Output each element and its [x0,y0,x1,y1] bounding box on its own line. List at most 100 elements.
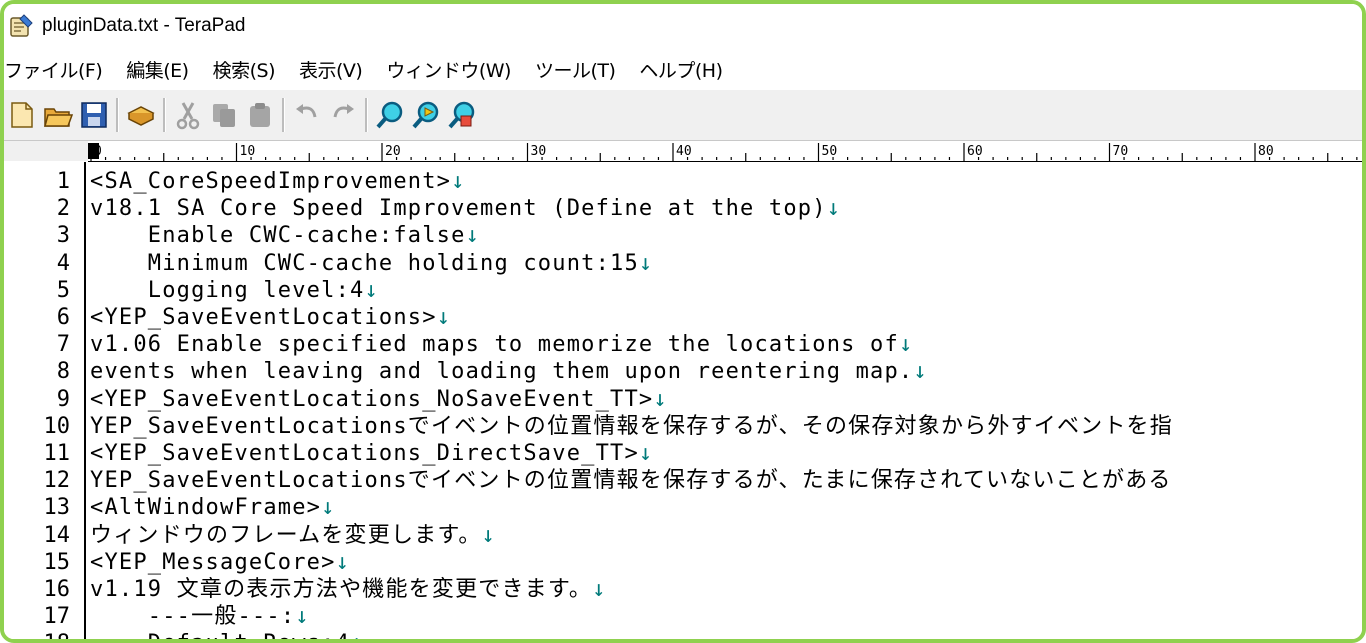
line-content: Enable CWC-cache:false [90,223,466,249]
line-number: 13 [43,495,71,521]
editor-line-text[interactable]: Default Rows:4↓ [90,630,364,639]
terapad-window: pluginData.txt - TeraPad ファイル(F) 編集(E) 検… [0,0,1366,643]
find-next-button[interactable] [408,95,444,135]
menu-view[interactable]: 表示(V) [287,56,374,83]
line-content: v1.19 文章の表示方法や機能を変更できます。 [90,577,593,602]
line-end-arrow-icon: ↓ [898,332,914,358]
menu-tools[interactable]: ツール(T) [523,56,627,83]
toolbar [4,90,1362,141]
ruler-label: 30 [531,144,547,159]
cut-button[interactable] [170,95,206,135]
paste-icon [250,103,270,127]
editor-line-text[interactable]: <YEP_MessageCore>↓ [90,549,350,576]
toolbar-separator [116,98,119,132]
editor-line-text[interactable]: <AltWindowFrame>↓ [90,494,336,521]
ruler-label: 0 [94,144,102,159]
print-icon [127,106,155,126]
menu-window[interactable]: ウィンドウ(W) [374,56,523,83]
line-content: YEP_SaveEventLocationsでイベントの位置情報を保存するが、そ… [90,413,1173,439]
menu-help[interactable]: ヘルプ(H) [627,56,734,83]
line-end-arrow-icon: ↓ [653,386,668,412]
editor-line-text[interactable]: <YEP_SaveEventLocations_NoSaveEvent_TT>↓ [90,386,668,413]
line-number: 17 [43,604,71,630]
ruler-label: 50 [822,144,838,159]
line-content: Minimum CWC-cache holding count:15 [90,250,639,276]
copy-button[interactable] [206,95,242,135]
line-content: <SA_CoreSpeedImprovement> [90,169,452,194]
line-number: 6 [56,305,70,330]
editor-line-text[interactable]: <YEP_SaveEventLocations_DirectSave_TT>↓ [90,440,653,467]
editor-line-text[interactable]: ---一般---:↓ [90,603,310,630]
line-content: ---一般---: [90,604,296,630]
new-file-button[interactable] [4,95,40,135]
ruler-label: 40 [676,144,692,159]
line-end-arrow-icon: ↓ [826,196,842,222]
title-bar: pluginData.txt - TeraPad [4,4,1362,48]
line-end-arrow-icon: ↓ [451,169,466,194]
line-end-arrow-icon: ↓ [638,250,654,276]
editor-line-text[interactable]: <SA_CoreSpeedImprovement>↓ [90,168,466,195]
line-number: 9 [56,386,70,412]
paste-button[interactable] [242,95,278,135]
new-file-icon [11,102,33,128]
editor-line-text[interactable]: YEP_SaveEventLocationsでイベントの位置情報を保存するが、そ… [90,413,1173,440]
line-number: 1 [56,169,70,194]
find-replace-icon [448,101,475,129]
text-editor[interactable]: 1 <SA_CoreSpeedImprovement>↓ 2 v18.1 SA Cor… [4,162,1362,639]
open-folder-icon [44,108,73,127]
menu-search[interactable]: 検索(S) [201,56,287,83]
toolbar-separator [282,98,285,132]
line-content: events when leaving and loading them upo… [90,359,914,385]
line-number: 14 [43,522,71,548]
find-replace-button[interactable] [444,95,480,135]
gutter-divider [84,162,86,639]
menu-file[interactable]: ファイル(F) [4,56,114,83]
line-number: 18 [4,630,71,639]
line-end-arrow-icon: ↓ [364,277,379,303]
editor-line-text[interactable]: Logging level:4↓ [90,277,379,304]
editor-line-text[interactable]: ウィンドウのフレームを変更します。↓ [90,522,496,549]
redo-icon [333,104,354,118]
editor-line-text[interactable]: v1.06 Enable specified maps to memorize … [90,331,913,358]
terapad-app-icon[interactable] [8,13,34,39]
editor-line-text[interactable]: <YEP_SaveEventLocations>↓ [90,304,451,331]
line-number: 4 [56,250,70,276]
editor-line-text[interactable]: v1.19 文章の表示方法や機能を変更できます。↓ [90,576,607,603]
line-content: <AltWindowFrame> [90,495,322,521]
save-button[interactable] [76,95,112,135]
menu-bar: ファイル(F) 編集(E) 検索(S) 表示(V) ウィンドウ(W) ツール(T… [4,48,1362,91]
line-content: Default Rows:4 [90,631,350,639]
redo-button[interactable] [325,95,361,135]
line-content: v1.06 Enable specified maps to memorize … [90,332,899,358]
editor-line-text[interactable]: Enable CWC-cache:false↓ [90,222,480,249]
line-end-arrow-icon: ↓ [295,604,310,630]
line-end-arrow-icon: ↓ [465,223,481,249]
line-number: 10 [43,413,71,439]
open-file-button[interactable] [40,95,76,135]
line-content: Logging level:4 [90,277,365,303]
copy-icon [213,104,235,127]
line-end-arrow-icon: ↓ [321,495,336,521]
toolbar-separator [163,98,166,132]
editor-line-text[interactable]: events when leaving and loading them upo… [90,358,928,385]
line-end-arrow-icon: ↓ [350,631,364,639]
line-end-arrow-icon: ↓ [335,549,351,575]
ruler-label: 60 [967,144,983,159]
undo-button[interactable] [289,95,325,135]
menu-edit[interactable]: 編集(E) [114,56,200,83]
editor-line-text[interactable]: YEP_SaveEventLocationsでイベントの位置情報を保存するが、た… [90,467,1172,494]
print-button[interactable] [123,95,159,135]
line-number: 2 [56,196,70,222]
find-button[interactable] [372,95,408,135]
editor-line-text[interactable]: Minimum CWC-cache holding count:15↓ [90,250,653,277]
editor-line-text[interactable]: v18.1 SA Core Speed Improvement (Define … [90,195,841,222]
line-content: <YEP_SaveEventLocations_NoSaveEvent_TT> [90,386,654,412]
line-content: YEP_SaveEventLocationsでイベントの位置情報を保存するが、た… [90,468,1172,494]
ruler-label: 10 [240,144,256,159]
line-number: 11 [43,441,71,466]
line-content: ウィンドウのフレームを変更します。 [90,522,482,548]
line-content: v18.1 SA Core Speed Improvement (Define … [90,196,827,222]
line-number: 3 [56,223,70,249]
line-number: 8 [56,359,70,385]
undo-icon [296,104,317,118]
